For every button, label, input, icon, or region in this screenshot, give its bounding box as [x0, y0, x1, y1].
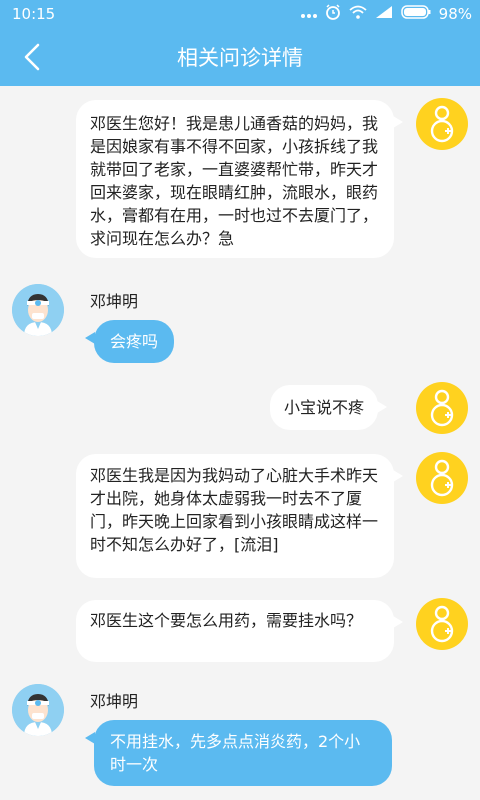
status-time: 10:15 [12, 5, 56, 23]
user-avatar-icon [430, 105, 454, 143]
nav-bar: 相关问诊详情 [0, 28, 480, 86]
doctor-avatar[interactable] [12, 284, 64, 336]
user-avatar[interactable] [416, 452, 468, 504]
battery-icon [400, 5, 431, 23]
doctor-avatar[interactable] [12, 684, 64, 736]
battery-percent: 98% [438, 5, 472, 23]
user-avatar[interactable] [416, 382, 468, 434]
doctor-name: 邓坤明 [90, 692, 139, 711]
alarm-icon [325, 4, 341, 24]
user-message-bubble: 小宝说不疼 [270, 385, 388, 430]
page-title: 相关问诊详情 [177, 46, 303, 70]
user-message-bubble: 邓医生我是因为我妈动了心脏大手术昨天才出院，她身体太虚弱我一时去不了厦门，昨天晚… [76, 454, 403, 578]
more-icon [300, 5, 317, 23]
user-avatar[interactable] [416, 98, 468, 150]
status-bar: 10:15 98% [0, 0, 480, 28]
wifi-icon [349, 5, 367, 23]
message-text: 邓医生我是因为我妈动了心脏大手术昨天才出院，她身体太虚弱我一时去不了厦门，昨天晚… [90, 466, 379, 554]
user-avatar-icon [430, 389, 454, 427]
message-text: 会疼吗 [110, 332, 159, 351]
message-text: 邓医生这个要怎么用药，需要挂水吗？ [90, 611, 363, 630]
user-avatar[interactable] [416, 598, 468, 650]
user-avatar-icon [430, 459, 454, 497]
message-text: 小宝说不疼 [284, 398, 365, 417]
user-message-bubble: 邓医生这个要怎么用药，需要挂水吗？ [76, 600, 403, 662]
doctor-avatar-icon [12, 284, 64, 336]
user-message-bubble: 邓医生您好！我是患儿通香菇的妈妈，我是因娘家有事不得不回家，小孩拆线了我就带回了… [76, 100, 403, 258]
status-icons: 98% [300, 4, 472, 24]
user-avatar-icon [430, 605, 454, 643]
message-text: 不用挂水，先多点点消炎药，2个小时一次 [110, 732, 361, 774]
signal-icon [375, 5, 393, 23]
message-text: 邓医生您好！我是患儿通香菇的妈妈，我是因娘家有事不得不回家，小孩拆线了我就带回了… [90, 114, 379, 248]
doctor-message-bubble: 不用挂水，先多点点消炎药，2个小时一次 [85, 720, 392, 786]
doctor-avatar-icon [12, 684, 64, 736]
doctor-name: 邓坤明 [90, 292, 139, 311]
doctor-message-bubble: 会疼吗 [84, 320, 175, 363]
